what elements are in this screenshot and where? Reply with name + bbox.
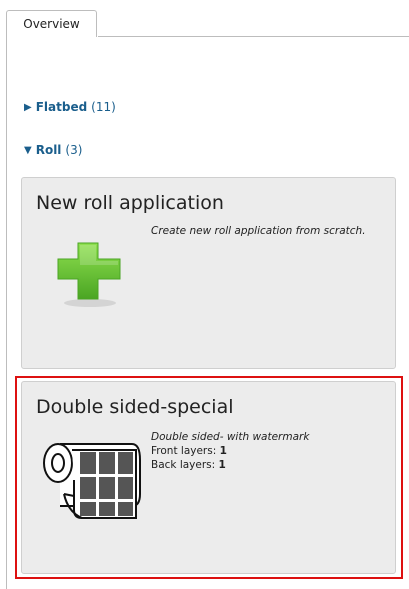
back-layers-line: Back layers: 1 [151, 458, 309, 472]
group-toggle-roll[interactable]: ▼ Roll (3) [24, 143, 82, 157]
card-description-text: Create new roll application from scratch… [151, 225, 366, 237]
tab-strip-divider [98, 36, 409, 37]
card-description: Double sided- with watermark Front layer… [151, 430, 309, 472]
front-layers-value: 1 [219, 445, 227, 457]
application-card-new-roll[interactable]: New roll application Create new roll app… [21, 177, 396, 369]
group-name: Roll [35, 143, 62, 157]
back-layers-label: Back layers: [151, 459, 216, 471]
front-layers-label: Front layers: [151, 445, 217, 457]
expand-arrow-icon: ▶ [24, 101, 32, 113]
card-title: Double sided-special [36, 396, 234, 418]
collapse-arrow-icon: ▼ [24, 144, 32, 156]
content-border [6, 37, 7, 589]
group-toggle-flatbed[interactable]: ▶ Flatbed (11) [24, 100, 116, 114]
back-layers-value: 1 [218, 459, 226, 471]
application-card-double-sided-special[interactable]: Double sided-special Double sided- with … [21, 381, 396, 574]
front-layers-line: Front layers: 1 [151, 444, 309, 458]
tab-overview[interactable]: Overview [6, 10, 97, 37]
card-description: Create new roll application from scratch… [151, 224, 366, 238]
card-description-text: Double sided- with watermark [151, 431, 310, 443]
group-name: Flatbed [35, 100, 88, 114]
roll-icon [40, 440, 142, 528]
group-count: (3) [65, 143, 83, 157]
group-count: (11) [91, 100, 116, 114]
plus-icon [54, 239, 126, 313]
card-title: New roll application [36, 192, 224, 214]
tab-strip: Overview [0, 0, 409, 37]
